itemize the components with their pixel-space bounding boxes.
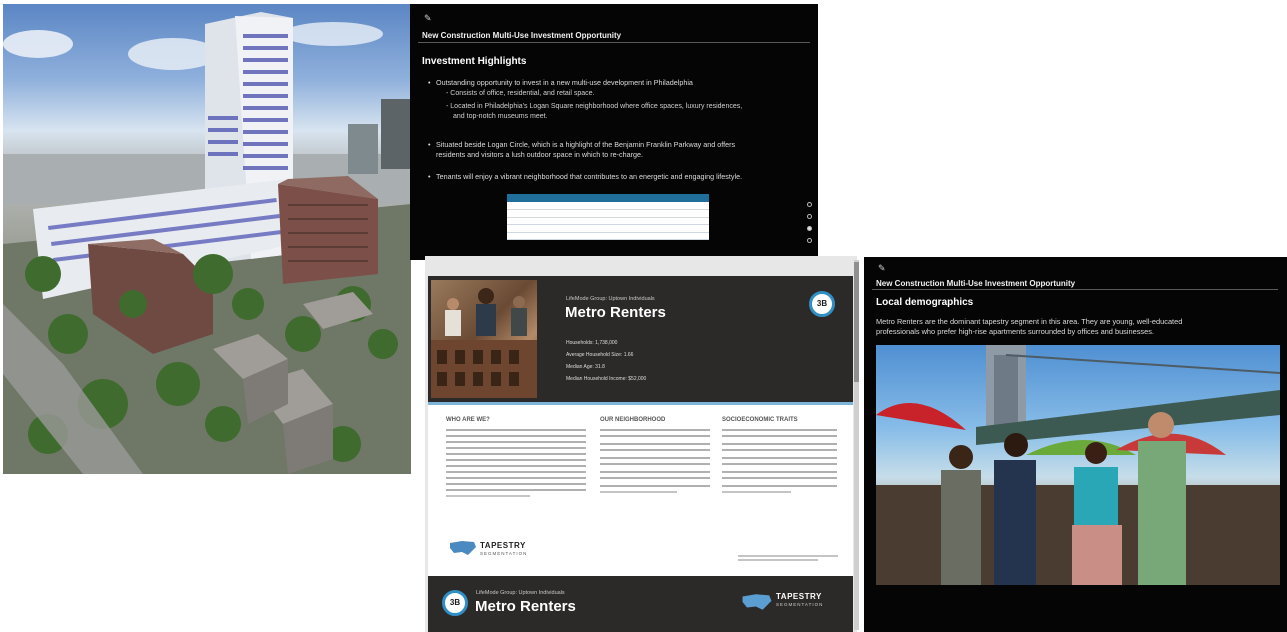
footer-tapestry-text: TAPESTRY <box>776 592 822 601</box>
summary-table <box>507 194 709 240</box>
segment-title: Metro Renters <box>565 304 666 321</box>
section-heading: Local demographics <box>876 297 974 308</box>
demographics-line-1: Metro Renters are the dominant tapestry … <box>876 317 1183 326</box>
bullet-2: • Situated beside Logan Circle, which is … <box>428 140 736 149</box>
panel-title: New Construction Multi-Use Investment Op… <box>422 31 622 40</box>
slide-dot-2[interactable] <box>807 214 812 219</box>
footer-lifemode: LifeMode Group: Uptown Individuals <box>476 590 565 596</box>
title-divider <box>872 289 1278 290</box>
footer-badge: 3B <box>442 590 468 616</box>
doc-body: WHO ARE WE? OUR NEIGHBORHOOD SOCIOECONOM… <box>428 402 853 580</box>
slide-dot-3[interactable] <box>807 226 812 231</box>
sub-2-text: Located in Philadelphia's Logan Square n… <box>450 103 743 110</box>
tapestry-document-viewer[interactable]: LifeMode Group: Uptown Individuals Metro… <box>425 256 857 632</box>
bullet-1-sub-1: - Consists of office, residential, and r… <box>446 90 595 97</box>
bullet-1-text: Outstanding opportunity to invest in a n… <box>436 78 693 87</box>
slide-dot-1[interactable] <box>807 202 812 207</box>
metro-renters-photo <box>876 345 1280 585</box>
lifemode-label: LifeMode Group: Uptown Individuals <box>566 296 655 302</box>
bullet-2b: residents and visitors a lush outdoor sp… <box>436 150 643 159</box>
usa-map-icon <box>450 541 476 555</box>
footer-segment: Metro Renters <box>475 598 576 615</box>
bullet-3: • Tenants will enjoy a vibrant neighborho… <box>428 172 743 181</box>
col-socioeconomic: SOCIOECONOMIC TRAITS <box>722 417 798 423</box>
people-photo <box>431 280 537 398</box>
doc-page-2-header: 3B LifeMode Group: Uptown Individuals Me… <box>428 576 853 632</box>
segment-badge: 3B <box>809 291 835 317</box>
pin-icon[interactable]: ✎ <box>878 263 886 274</box>
socioeconomic-text <box>722 429 837 493</box>
bullet-2-text: Situated beside Logan Circle, which is a… <box>436 140 736 149</box>
footnote-lines <box>738 555 838 561</box>
pin-icon[interactable]: ✎ <box>424 13 432 24</box>
doc-header: LifeMode Group: Uptown Individuals Metro… <box>428 276 853 402</box>
demographics-line-2: professionals who prefer high-rise apart… <box>876 327 1154 336</box>
bullet-3-text: Tenants will enjoy a vibrant neighborhoo… <box>436 172 743 181</box>
bullet-1-sub-2: - Located in Philadelphia's Logan Square… <box>446 103 743 110</box>
stat-households: Households: 1,738,000 <box>566 340 618 346</box>
usa-map-icon <box>742 594 772 610</box>
who-are-we-text <box>446 429 586 497</box>
tapestry-logo-sub: SEGMENTATION <box>480 551 528 556</box>
col-who-are-we: WHO ARE WE? <box>446 417 490 423</box>
panel-title: New Construction Multi-Use Investment Op… <box>876 279 1076 288</box>
bullet-1: • Outstanding opportunity to invest in a … <box>428 78 693 87</box>
city-3d-scene[interactable] <box>3 4 411 474</box>
neighborhood-text <box>600 429 710 493</box>
investment-highlights-panel: ✎ New Construction Multi-Use Investment … <box>410 4 818 260</box>
stat-median-income: Median Household Income: $52,000 <box>566 376 647 382</box>
slide-nav[interactable] <box>806 202 813 252</box>
doc-scrollbar-thumb[interactable] <box>854 262 859 382</box>
slide-dot-4[interactable] <box>807 238 812 243</box>
sub-1-text: Consists of office, residential, and ret… <box>450 90 595 97</box>
stat-hh-size: Average Household Size: 1.66 <box>566 352 634 358</box>
stat-median-age: Median Age: 31.8 <box>566 364 605 370</box>
title-divider <box>418 42 810 43</box>
bullet-1-sub-2b: and top-notch museums meet. <box>453 113 548 120</box>
local-demographics-panel: ✎ New Construction Multi-Use Investment … <box>864 257 1287 632</box>
section-heading: Investment Highlights <box>422 56 527 67</box>
col-neighborhood: OUR NEIGHBORHOOD <box>600 417 666 423</box>
tapestry-logo-text: TAPESTRY <box>480 541 526 550</box>
footer-tapestry-sub: SEGMENTATION <box>776 602 824 607</box>
